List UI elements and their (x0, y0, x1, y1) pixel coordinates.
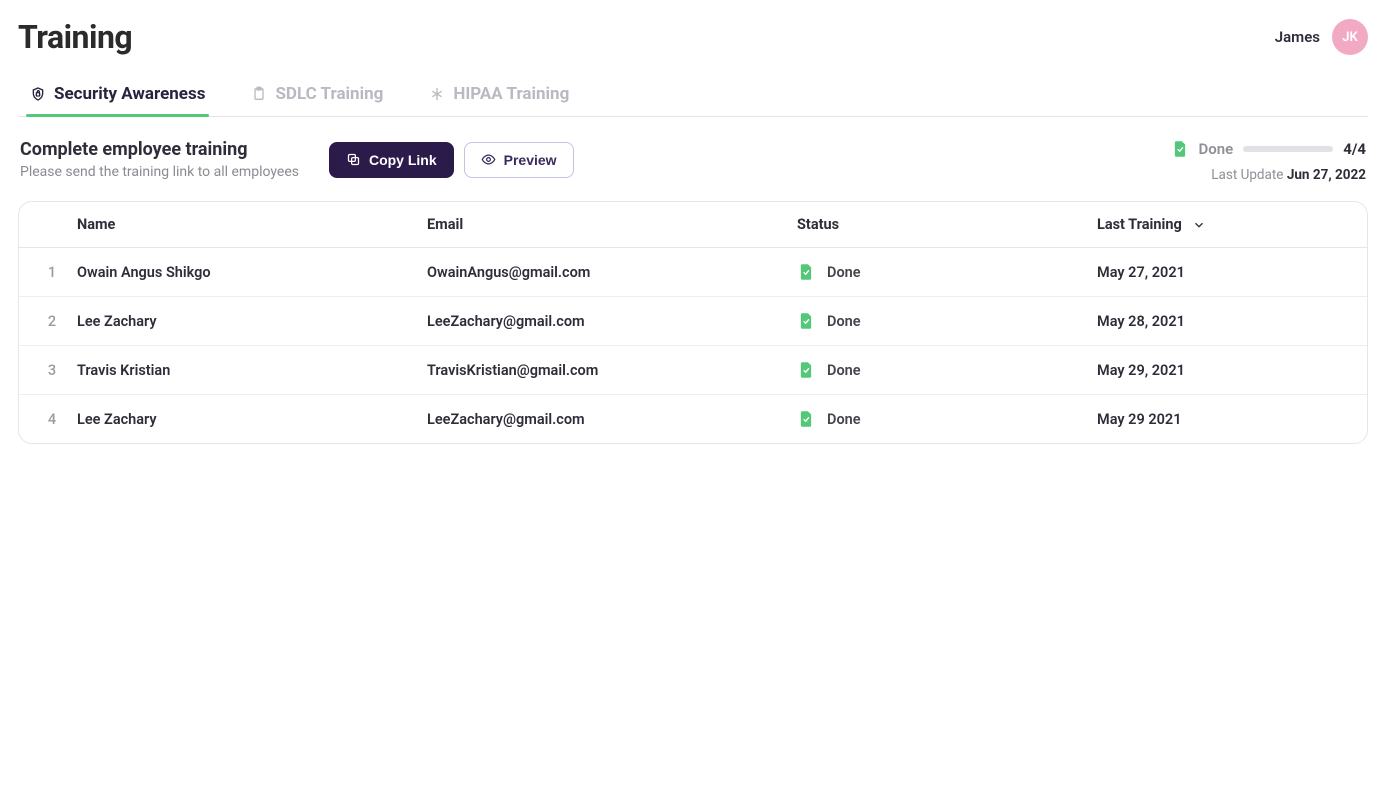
cell-email: TravisKristian@gmail.com (427, 362, 797, 379)
cell-name: Lee Zachary (77, 411, 427, 428)
summary-status: Done 4/4 (1171, 139, 1367, 159)
table-row[interactable]: 1 Owain Angus Shikgo OwainAngus@gmail.co… (19, 248, 1367, 297)
document-check-icon (1171, 139, 1189, 159)
tab-label: SDLC Training (275, 84, 383, 104)
tab-security-awareness[interactable]: Security Awareness (26, 74, 209, 116)
row-index: 1 (27, 264, 77, 281)
cell-name: Travis Kristian (77, 362, 427, 379)
cell-status: Done (797, 409, 1097, 429)
eye-icon (481, 152, 496, 167)
document-check-icon (797, 409, 815, 429)
cell-email: LeeZachary@gmail.com (427, 313, 797, 330)
status-text: Done (827, 411, 861, 428)
summary-status-label: Done (1199, 140, 1234, 158)
tab-sdlc-training[interactable]: SDLC Training (247, 74, 387, 116)
user-menu[interactable]: James JK (1275, 19, 1368, 55)
last-update-date: Jun 27, 2022 (1287, 167, 1366, 183)
section-bar: Complete employee training Please send t… (18, 139, 1368, 183)
cell-name: Lee Zachary (77, 313, 427, 330)
status-text: Done (827, 313, 861, 330)
cell-status: Done (797, 311, 1097, 331)
table-row[interactable]: 2 Lee Zachary LeeZachary@gmail.com Done … (19, 297, 1367, 346)
avatar[interactable]: JK (1332, 19, 1368, 55)
tabs: Security Awareness SDLC Training HIPAA T… (18, 74, 1368, 117)
status-text: Done (827, 362, 861, 379)
row-index: 4 (27, 411, 77, 428)
cell-email: LeeZachary@gmail.com (427, 411, 797, 428)
cell-email: OwainAngus@gmail.com (427, 264, 797, 281)
cell-date: May 29 2021 (1097, 411, 1359, 428)
document-check-icon (797, 311, 815, 331)
cell-status: Done (797, 360, 1097, 380)
cell-name: Owain Angus Shikgo (77, 264, 427, 281)
cell-date: May 28, 2021 (1097, 313, 1359, 330)
status-text: Done (827, 264, 861, 281)
last-update: Last Update Jun 27, 2022 (1171, 167, 1367, 183)
copy-link-button[interactable]: Copy Link (329, 142, 454, 178)
page-title: Training (18, 18, 132, 56)
col-last-training-label: Last Training (1097, 216, 1182, 233)
col-status: Status (797, 216, 1097, 233)
tab-label: HIPAA Training (453, 84, 569, 104)
table-row[interactable]: 3 Travis Kristian TravisKristian@gmail.c… (19, 346, 1367, 395)
table-row[interactable]: 4 Lee Zachary LeeZachary@gmail.com Done … (19, 395, 1367, 443)
cell-status: Done (797, 262, 1097, 282)
last-update-label: Last Update (1211, 167, 1283, 183)
document-check-icon (797, 262, 815, 282)
chevron-down-icon (1192, 218, 1206, 232)
col-last-training[interactable]: Last Training (1097, 216, 1359, 233)
preview-button[interactable]: Preview (464, 142, 574, 178)
table-header: Name Email Status Last Training (19, 202, 1367, 248)
copy-icon (346, 152, 361, 167)
preview-label: Preview (504, 152, 557, 168)
cell-date: May 29, 2021 (1097, 362, 1359, 379)
row-index: 2 (27, 313, 77, 330)
user-name: James (1275, 28, 1320, 46)
copy-link-label: Copy Link (369, 152, 437, 168)
col-name: Name (77, 216, 427, 233)
row-index: 3 (27, 362, 77, 379)
lock-shield-icon (30, 86, 46, 102)
page-header: Training James JK (18, 18, 1368, 56)
clipboard-icon (251, 86, 267, 102)
col-email: Email (427, 216, 797, 233)
document-check-icon (797, 360, 815, 380)
medical-icon (429, 86, 445, 102)
tab-hipaa-training[interactable]: HIPAA Training (425, 74, 573, 116)
section-sub: Please send the training link to all emp… (20, 164, 299, 180)
training-table: Name Email Status Last Training 1 Owain … (18, 201, 1368, 444)
tab-label: Security Awareness (54, 84, 205, 104)
section-heading: Complete employee training (20, 139, 299, 160)
cell-date: May 27, 2021 (1097, 264, 1359, 281)
progress-bar (1243, 146, 1333, 152)
summary-count: 4/4 (1343, 140, 1366, 158)
